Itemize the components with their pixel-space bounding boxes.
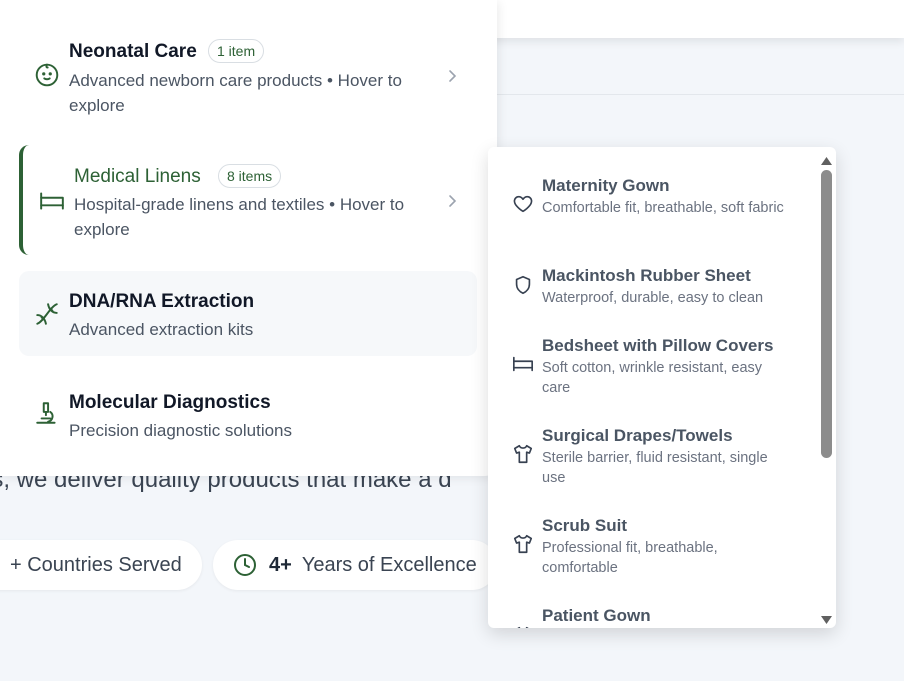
shirt-icon bbox=[512, 533, 534, 555]
submenu-item-description: Waterproof, durable, easy to clean bbox=[542, 290, 764, 306]
microscope-icon bbox=[34, 400, 60, 426]
dna-icon bbox=[34, 301, 60, 327]
submenu-item-maternity-gown[interactable]: Maternity Gown Comfortable fit, breathab… bbox=[488, 173, 808, 253]
chevron-right-icon bbox=[445, 194, 459, 208]
submenu-item-mackintosh-rubber-sheet[interactable]: Mackintosh Rubber Sheet Waterproof, dura… bbox=[488, 263, 808, 333]
item-count-badge: 1 item bbox=[208, 39, 265, 63]
stat-label: + Countries Served bbox=[10, 553, 182, 576]
submenu-item-surgical-drapes-towels[interactable]: Surgical Drapes/Towels Sterile barrier, … bbox=[488, 423, 808, 503]
top-navbar bbox=[460, 0, 904, 38]
category-description: Advanced extraction kits bbox=[69, 320, 254, 339]
menu-category-molecular-diagnostics[interactable]: Molecular Diagnostics Precision diagnost… bbox=[19, 372, 477, 457]
category-description: Hospital-grade linens and textiles • Hov… bbox=[74, 195, 405, 239]
clock-icon bbox=[233, 553, 257, 577]
stat-countries: + Countries Served bbox=[0, 540, 202, 590]
bed-icon bbox=[39, 188, 65, 214]
scroll-down-arrow-icon[interactable] bbox=[820, 612, 833, 624]
shirt-icon bbox=[512, 443, 534, 465]
category-title: Neonatal Care bbox=[69, 41, 197, 62]
shield-icon bbox=[512, 274, 534, 296]
submenu-item-description: Sterile barrier, fluid resistant, single… bbox=[542, 450, 768, 486]
divider bbox=[496, 94, 904, 95]
menu-category-medical-linens[interactable]: Medical Linens 8 items Hospital-grade li… bbox=[19, 145, 477, 255]
baby-face-icon bbox=[34, 62, 60, 88]
submenu-item-description: Professional fit, breathable, comfortabl… bbox=[542, 540, 718, 576]
submenu-item-title: Mackintosh Rubber Sheet bbox=[542, 266, 751, 285]
submenu-item-title: Bedsheet with Pillow Covers bbox=[542, 336, 774, 355]
stat-label: Years of Excellence bbox=[301, 553, 477, 576]
submenu-item-scrub-suit[interactable]: Scrub Suit Professional fit, breathable,… bbox=[488, 513, 808, 593]
category-title: Medical Linens bbox=[74, 166, 201, 187]
category-title: DNA/RNA Extraction bbox=[69, 291, 255, 312]
submenu-item-title: Surgical Drapes/Towels bbox=[542, 426, 733, 445]
scroll-up-arrow-icon[interactable] bbox=[820, 153, 833, 165]
item-count-badge: 8 items bbox=[218, 164, 282, 188]
category-description: Precision diagnostic solutions bbox=[69, 421, 293, 440]
chevron-right-icon bbox=[445, 69, 459, 83]
heart-icon bbox=[512, 193, 534, 215]
submenu-item-patient-gown[interactable]: Patient Gown bbox=[488, 603, 808, 628]
bed-icon bbox=[512, 353, 534, 375]
submenu-item-bedsheet-with-pillow-covers[interactable]: Bedsheet with Pillow Covers Soft cotton,… bbox=[488, 333, 808, 413]
menu-category-neonatal-care[interactable]: Neonatal Care 1 item Advanced newborn ca… bbox=[19, 20, 477, 128]
submenu-item-description: Comfortable fit, breathable, soft fabric bbox=[542, 200, 784, 216]
stat-years: 4+ Years of Excellence bbox=[213, 540, 497, 590]
submenu-item-title: Scrub Suit bbox=[542, 516, 628, 535]
submenu-item-description: Soft cotton, wrinkle resistant, easy car… bbox=[542, 360, 763, 396]
menu-category-dna-rna-extraction[interactable]: DNA/RNA Extraction Advanced extraction k… bbox=[19, 271, 477, 356]
scrollbar-thumb[interactable] bbox=[821, 170, 832, 458]
products-mega-menu: Neonatal Care 1 item Advanced newborn ca… bbox=[0, 0, 497, 476]
submenu-item-title: Maternity Gown bbox=[542, 176, 670, 195]
category-title: Molecular Diagnostics bbox=[69, 392, 271, 413]
shirt-icon bbox=[512, 625, 534, 628]
medical-linens-submenu[interactable]: Maternity Gown Comfortable fit, breathab… bbox=[488, 147, 836, 628]
category-description: Advanced newborn care products • Hover t… bbox=[69, 71, 402, 115]
stat-number: 4+ bbox=[269, 553, 292, 576]
submenu-item-title: Patient Gown bbox=[542, 606, 651, 625]
